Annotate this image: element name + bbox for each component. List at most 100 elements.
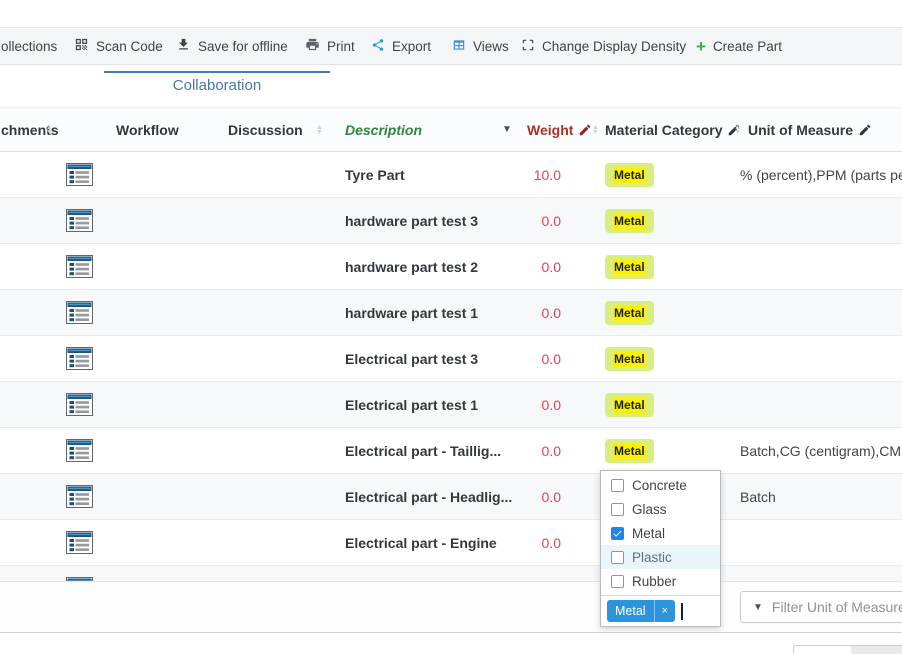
- column-header-discussion[interactable]: Discussion: [228, 108, 303, 151]
- part-description: hardware part test 3: [345, 213, 478, 229]
- material-category-badge: Metal: [605, 209, 654, 233]
- column-header-weight[interactable]: Weight: [527, 108, 592, 151]
- discussion-header-label: Discussion: [228, 122, 303, 138]
- part-weight: 0.0: [470, 213, 561, 229]
- material-category-badge: Metal: [605, 163, 654, 187]
- collections-button[interactable]: ollections: [1, 28, 57, 64]
- print-button[interactable]: Print: [305, 28, 355, 64]
- chip-label: Metal: [607, 600, 654, 622]
- print-label: Print: [327, 39, 355, 54]
- workflow-list-icon[interactable]: [66, 163, 93, 189]
- views-label: Views: [473, 39, 509, 54]
- remove-chip-button[interactable]: ×: [654, 600, 675, 622]
- qr-code-icon: [74, 37, 89, 55]
- table-grid-icon: [452, 38, 466, 55]
- part-description: Tyre Part: [345, 167, 405, 183]
- tab-collaboration[interactable]: Collaboration: [104, 77, 330, 94]
- part-description: Electrical part test 1: [345, 397, 478, 413]
- unit-of-measure-header-label: Unit of Measure: [748, 122, 853, 138]
- part-unit-of-measure: % (percent),PPM (parts per m: [740, 167, 902, 183]
- save-for-offline-button[interactable]: Save for offline: [176, 28, 288, 64]
- change-display-density-button[interactable]: Change Display Density: [521, 28, 686, 64]
- part-unit-of-measure: Batch,CG (centigram),CM (ce: [740, 443, 902, 459]
- table-row[interactable]: Electrical part test 1 0.0 Metal: [0, 382, 902, 428]
- edit-pencil-icon[interactable]: [858, 123, 872, 137]
- column-header-description[interactable]: Description: [345, 108, 422, 151]
- sort-icon[interactable]: ▲▼: [592, 108, 599, 151]
- material-filter-options: Concrete Glass Metal Plastic Rubber: [601, 471, 720, 596]
- sort-desc-icon[interactable]: ▼: [502, 108, 512, 151]
- partial-widget-segment: [851, 646, 902, 654]
- part-weight: 0.0: [470, 443, 561, 459]
- option-checkbox[interactable]: [611, 551, 624, 564]
- material-category-header-label: Material Category: [605, 122, 722, 138]
- material-badge-text: Metal: [614, 167, 645, 183]
- material-badge-text: Metal: [614, 351, 645, 367]
- plus-icon: +: [696, 38, 706, 55]
- views-button[interactable]: Views: [452, 28, 509, 64]
- column-header-material-category[interactable]: Material Category: [605, 108, 741, 151]
- table-row[interactable]: Electrical part - Headlig... 0.0 Metal B…: [0, 474, 902, 520]
- description-header-label: Description: [345, 122, 422, 138]
- table-row[interactable]: [0, 566, 902, 581]
- material-filter-option[interactable]: Metal: [601, 521, 720, 545]
- toolbar: ollections Scan Code Save for offline Pr…: [0, 27, 902, 65]
- sort-icon[interactable]: ▲▼: [734, 108, 741, 151]
- table-row[interactable]: Electrical part - Engine 0.0 Metal: [0, 520, 902, 566]
- workflow-list-icon[interactable]: [66, 393, 93, 419]
- table-row[interactable]: hardware part test 1 0.0 Metal: [0, 290, 902, 336]
- option-checkbox[interactable]: [611, 527, 624, 540]
- workflow-list-icon[interactable]: [66, 439, 93, 465]
- part-description: hardware part test 2: [345, 259, 478, 275]
- workflow-list-icon[interactable]: [66, 255, 93, 281]
- material-category-badge: Metal: [605, 255, 654, 279]
- partial-bottom-widget[interactable]: [793, 645, 902, 654]
- export-button[interactable]: Export: [371, 28, 431, 64]
- material-badge-text: Metal: [614, 443, 645, 459]
- part-weight: 10.0: [470, 167, 561, 183]
- filter-uom-placeholder: Filter Unit of Measure: [772, 599, 902, 615]
- material-filter-option[interactable]: Concrete: [601, 473, 720, 497]
- create-part-label: Create Part: [713, 39, 782, 54]
- column-header-unit-of-measure[interactable]: Unit of Measure: [748, 108, 872, 151]
- table-row[interactable]: Electrical part - Taillig... 0.0 Metal B…: [0, 428, 902, 474]
- workflow-list-icon[interactable]: [66, 347, 93, 373]
- download-icon: [176, 37, 191, 55]
- sort-icon[interactable]: ▲▼: [46, 108, 53, 151]
- material-filter-option[interactable]: Plastic: [601, 545, 720, 569]
- table-row[interactable]: Electrical part test 3 0.0 Metal: [0, 336, 902, 382]
- material-category-badge: Metal: [605, 439, 654, 463]
- workflow-list-icon[interactable]: [66, 301, 93, 327]
- workflow-list-icon[interactable]: [66, 531, 93, 557]
- filter-unit-of-measure-input[interactable]: ▼ Filter Unit of Measure: [740, 591, 902, 623]
- workflow-list-icon[interactable]: [66, 485, 93, 511]
- edit-pencil-icon[interactable]: [578, 123, 592, 137]
- part-description: hardware part test 1: [345, 305, 478, 321]
- export-label: Export: [392, 39, 431, 54]
- table-rows: Tyre Part 10.0 Metal % (percent),PPM (pa…: [0, 152, 902, 581]
- scan-code-button[interactable]: Scan Code: [74, 28, 163, 64]
- scan-code-label: Scan Code: [96, 39, 163, 54]
- option-checkbox[interactable]: [611, 575, 624, 588]
- material-filter-input[interactable]: Metal ×: [601, 596, 720, 626]
- collections-label: ollections: [1, 39, 57, 54]
- create-part-button[interactable]: + Create Part: [696, 28, 782, 64]
- part-weight: 0.0: [470, 351, 561, 367]
- material-badge-text: Metal: [614, 305, 645, 321]
- material-filter-option[interactable]: Glass: [601, 497, 720, 521]
- option-checkbox[interactable]: [611, 503, 624, 516]
- table-row[interactable]: Tyre Part 10.0 Metal % (percent),PPM (pa…: [0, 152, 902, 198]
- material-category-badge: Metal: [605, 347, 654, 371]
- table-row[interactable]: hardware part test 3 0.0 Metal: [0, 198, 902, 244]
- material-category-filter-dropdown: Concrete Glass Metal Plastic Rubber Met: [600, 470, 721, 627]
- material-filter-option[interactable]: Rubber: [601, 569, 720, 593]
- material-category-badge: Metal: [605, 301, 654, 325]
- filter-dropdown-icon[interactable]: ▼: [753, 602, 763, 613]
- workflow-list-icon[interactable]: [66, 209, 93, 235]
- table-row[interactable]: hardware part test 2 0.0 Metal: [0, 244, 902, 290]
- option-checkbox[interactable]: [611, 479, 624, 492]
- tab-active-indicator: [104, 71, 330, 73]
- part-weight: 0.0: [470, 259, 561, 275]
- sort-icon[interactable]: ▲▼: [316, 108, 323, 151]
- column-header-workflow[interactable]: Workflow: [116, 108, 179, 151]
